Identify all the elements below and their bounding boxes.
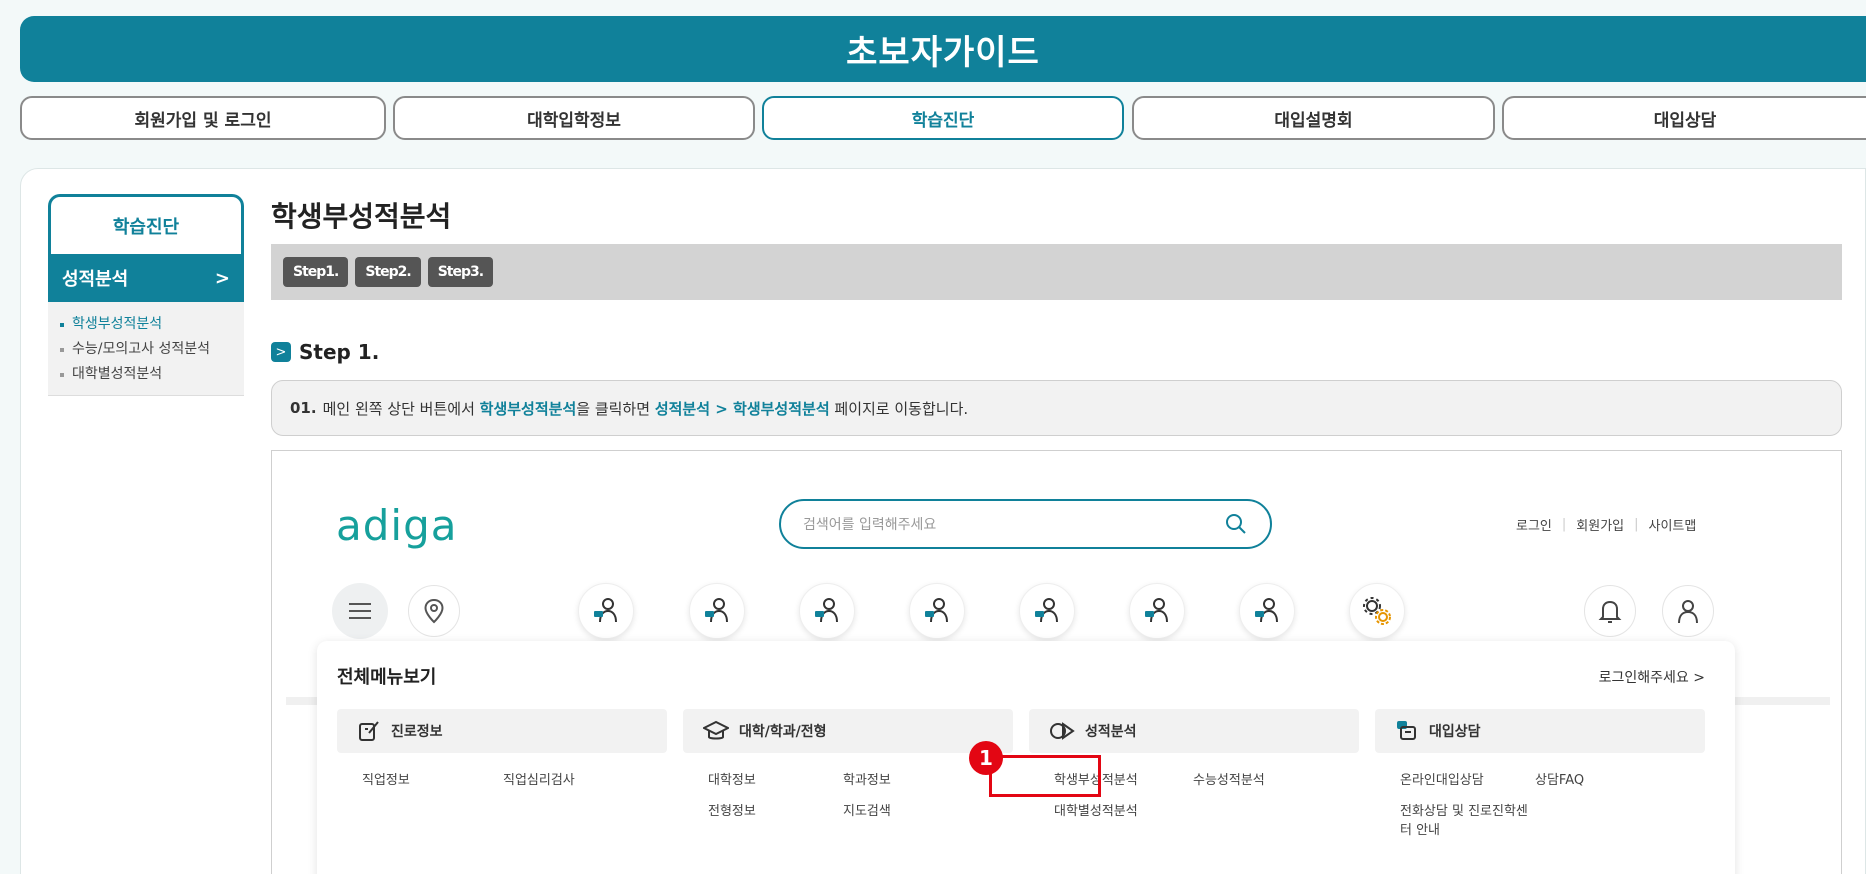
quick-menu-button-2[interactable] — [689, 583, 745, 639]
search-input[interactable]: 검색어를 입력해주세요 — [779, 499, 1272, 549]
utility-links: 로그인 | 회원가입 | 사이트맵 — [1516, 515, 1697, 534]
chevron-right-icon: > — [271, 342, 291, 362]
side-nav: 학습진단 성적분석 > 학생부성적분석 수능/모의고사 성적분석 대학별성적분석 — [48, 194, 244, 396]
menu-link-online-consult[interactable]: 온라인대입상담 — [1400, 769, 1484, 788]
menu-link-consult-faq[interactable]: 상담FAQ — [1535, 769, 1584, 788]
side-nav-item-student-record[interactable]: 학생부성적분석 — [60, 312, 232, 337]
menu-link-phone-consult-cont: 터 안내 — [1400, 823, 1441, 838]
bell-icon — [1598, 600, 1622, 623]
quick-menu-button-6[interactable] — [1129, 583, 1185, 639]
user-icon — [1678, 600, 1698, 624]
instruction-highlight-1: 학생부성적분석 — [479, 399, 577, 418]
util-sitemap-link[interactable]: 사이트맵 — [1649, 515, 1697, 534]
instruction-text-3: 페이지로 이동합니다. — [829, 399, 969, 418]
person-icon — [705, 598, 728, 623]
menu-link-university-analysis[interactable]: 대학별성적분석 — [1054, 800, 1138, 819]
pencil-note-icon — [359, 721, 379, 741]
person-icon — [1035, 598, 1058, 623]
instruction-number: 01. — [290, 399, 317, 417]
side-nav-item-suneung[interactable]: 수능/모의고사 성적분석 — [60, 337, 232, 362]
step-chip-1[interactable]: Step1. — [283, 257, 349, 287]
instruction-text-1: 메인 왼쪽 상단 버튼에서 — [322, 399, 480, 418]
person-icon — [815, 598, 838, 623]
menu-category-score-label: 성적분석 — [1085, 724, 1137, 740]
full-menu-title: 전체메뉴보기 — [337, 667, 437, 688]
step-heading: > Step 1. — [271, 340, 379, 364]
quick-menu-button-8[interactable] — [1349, 583, 1405, 639]
tab-admission-info[interactable]: 대학입학정보 — [393, 96, 755, 140]
consult-icon — [1397, 721, 1416, 740]
quick-menu-button-4[interactable] — [909, 583, 965, 639]
menu-link-map-search[interactable]: 지도검색 — [843, 800, 891, 819]
menu-category-consult-label: 대입상담 — [1429, 724, 1481, 740]
menu-link-univ-info[interactable]: 대학정보 — [708, 769, 756, 788]
util-signup-link[interactable]: 회원가입 — [1576, 515, 1624, 534]
side-nav-selected-item[interactable]: 성적분석 > — [48, 254, 244, 302]
instruction-text-2: 을 클릭하면 — [576, 399, 655, 418]
person-icon — [1145, 598, 1168, 623]
quick-menu-button-1[interactable] — [578, 583, 634, 639]
menu-link-major-info[interactable]: 학과정보 — [843, 769, 891, 788]
hamburger-icon — [349, 603, 371, 619]
graduation-cap-icon — [703, 720, 729, 740]
guide-banner: 초보자가이드 — [20, 16, 1866, 82]
util-login-link[interactable]: 로그인 — [1516, 515, 1552, 534]
menu-link-job-info[interactable]: 직업정보 — [362, 769, 410, 788]
quick-menu-button-3[interactable] — [799, 583, 855, 639]
login-prompt-link[interactable]: 로그인해주세요 > — [1599, 667, 1705, 687]
menu-category-career-label: 진로정보 — [391, 724, 443, 740]
menu-link-suneung-analysis[interactable]: 수능성적분석 — [1193, 769, 1265, 788]
adiga-logo: adiga — [336, 501, 458, 550]
hamburger-menu-button[interactable] — [332, 583, 388, 639]
example-screenshot: adiga 검색어를 입력해주세요 로그인 | 회원가입 | 사이트맵 전체메뉴… — [271, 450, 1842, 874]
chevron-right-icon: > — [214, 267, 230, 289]
highlight-box — [989, 755, 1101, 797]
user-account-button[interactable] — [1662, 585, 1714, 637]
callout-number-badge: 1 — [969, 741, 1003, 775]
person-icon — [925, 598, 948, 623]
notification-button[interactable] — [1584, 585, 1636, 637]
tab-learning-diagnosis[interactable]: 학습진단 — [762, 96, 1124, 140]
quick-menu-button-7[interactable] — [1239, 583, 1295, 639]
person-icon — [594, 598, 617, 623]
tab-signup-login[interactable]: 회원가입 및 로그인 — [20, 96, 386, 140]
tab-admission-consult[interactable]: 대입상담 — [1502, 96, 1866, 140]
menu-category-consult[interactable]: 대입상담 — [1375, 709, 1705, 753]
step-heading-text: Step 1. — [299, 340, 380, 364]
menu-category-university[interactable]: 대학/학과/전형 — [683, 709, 1013, 753]
person-icon — [1255, 598, 1278, 623]
menu-category-career[interactable]: 진로정보 — [337, 709, 667, 753]
side-nav-header[interactable]: 학습진단 — [48, 194, 244, 254]
instruction-box: 01. 메인 왼쪽 상단 버튼에서 학생부성적분석 을 클릭하면 성적분석 > … — [271, 380, 1842, 436]
side-nav-selected-label: 성적분석 — [62, 269, 129, 290]
page-title: 학생부성적분석 — [271, 200, 452, 233]
tab-admission-briefing[interactable]: 대입설명회 — [1132, 96, 1495, 140]
analysis-icon — [1050, 722, 1075, 740]
location-pin-icon — [424, 598, 444, 624]
menu-category-university-label: 대학/학과/전형 — [739, 724, 827, 740]
menu-link-admission-type[interactable]: 전형정보 — [708, 800, 756, 819]
menu-category-score-analysis[interactable]: 성적분석 — [1029, 709, 1359, 753]
side-nav-submenu: 학생부성적분석 수능/모의고사 성적분석 대학별성적분석 — [48, 302, 244, 396]
search-icon — [1226, 514, 1246, 534]
gears-icon — [1363, 597, 1391, 625]
step-chip-2[interactable]: Step2. — [355, 257, 421, 287]
step-bar: Step1. Step2. Step3. — [271, 244, 1842, 300]
side-nav-item-university[interactable]: 대학별성적분석 — [60, 362, 232, 387]
menu-link-phone-consult[interactable]: 전화상담 및 진로진학센 — [1400, 800, 1528, 819]
page-banner-title: 초보자가이드 — [846, 32, 1040, 73]
instruction-highlight-2: 성적분석 > 학생부성적분석 — [654, 399, 830, 418]
quick-menu-button-5[interactable] — [1019, 583, 1075, 639]
search-placeholder: 검색어를 입력해주세요 — [803, 517, 937, 533]
menu-link-job-test[interactable]: 직업심리검사 — [503, 769, 575, 788]
top-tab-nav: 회원가입 및 로그인 대학입학정보 학습진단 대입설명회 대입상담 — [20, 96, 1866, 140]
step-chip-3[interactable]: Step3. — [427, 257, 494, 287]
location-button[interactable] — [408, 585, 460, 637]
